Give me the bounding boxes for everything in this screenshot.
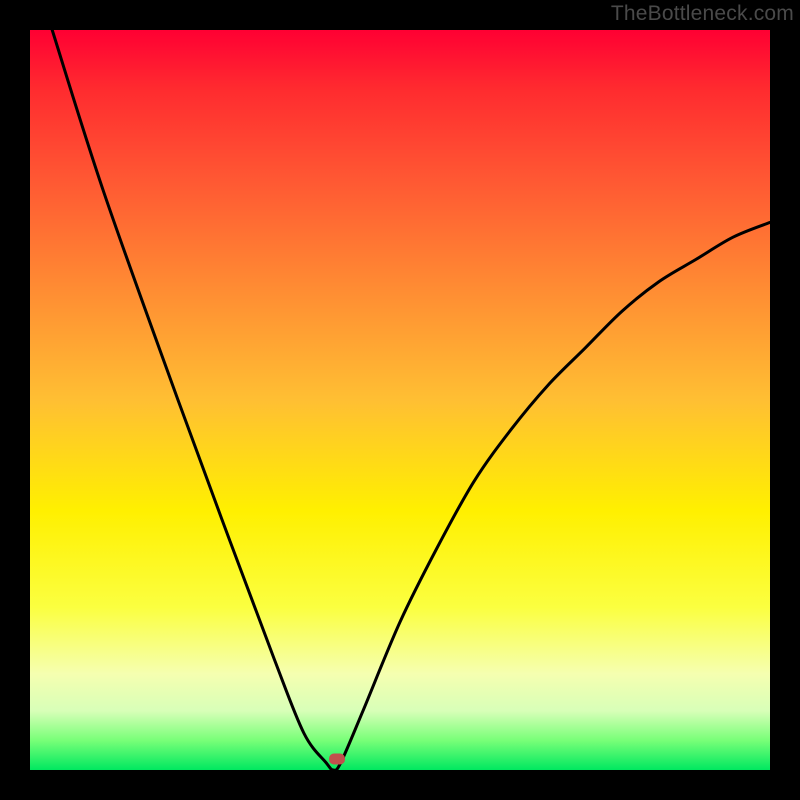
chart-frame: TheBottleneck.com bbox=[0, 0, 800, 800]
curve-layer bbox=[30, 30, 770, 770]
bottleneck-curve bbox=[52, 30, 770, 770]
optimal-point-marker bbox=[329, 753, 345, 764]
plot-area bbox=[30, 30, 770, 770]
watermark-text: TheBottleneck.com bbox=[611, 2, 794, 26]
